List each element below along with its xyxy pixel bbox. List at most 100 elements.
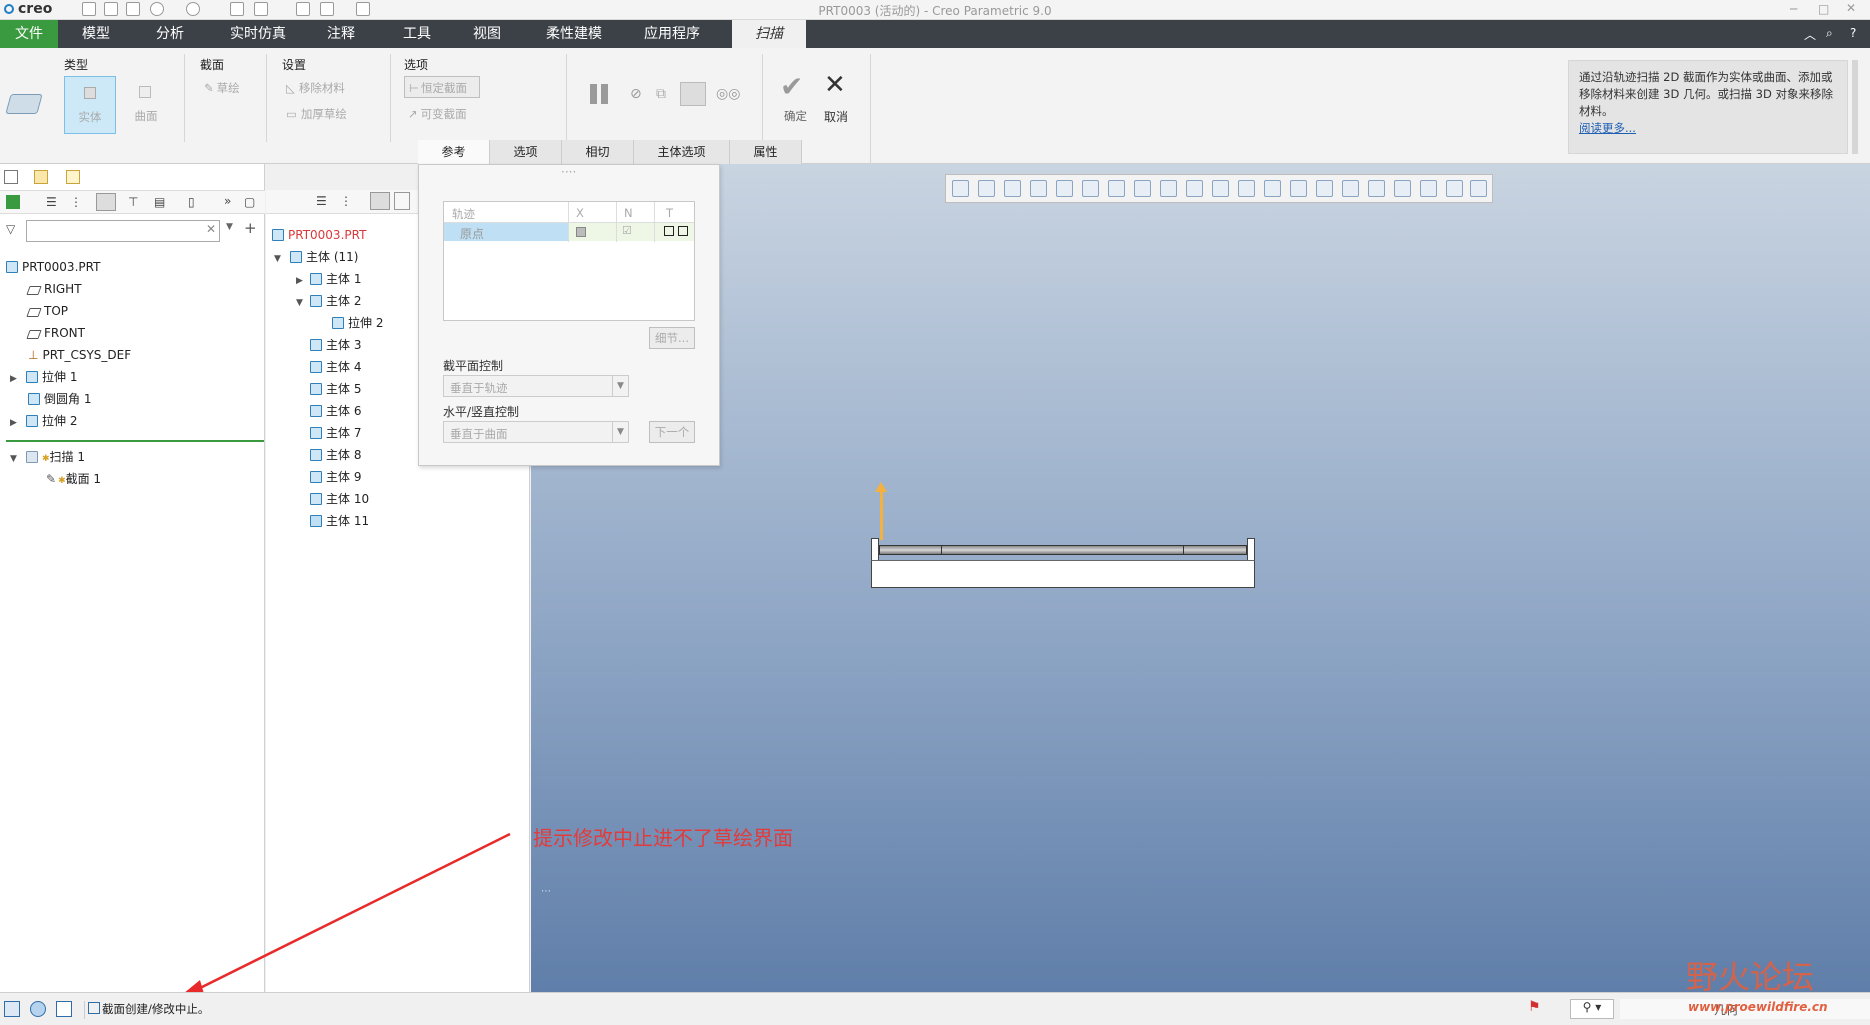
collapse-ribbon-icon[interactable]: ︿ <box>1804 26 1816 43</box>
body-item[interactable]: 主体 11 <box>310 510 369 532</box>
find-binoculars-icon[interactable]: ⚲ ▾ <box>1570 999 1614 1019</box>
collapse-toolbar-icon[interactable] <box>1470 180 1487 197</box>
collapse-arrow-icon[interactable]: ▼ <box>274 248 284 270</box>
body-item[interactable]: 主体 3 <box>310 334 361 356</box>
body-expand-icon[interactable]: ⋮ <box>340 194 352 208</box>
tab-file[interactable]: 文件 <box>0 20 58 48</box>
tree-display-icon[interactable]: ▯ <box>188 195 195 209</box>
reference-display-icon[interactable] <box>1394 180 1411 197</box>
saved-orientations-icon[interactable] <box>1108 180 1125 197</box>
expand-arrow-icon[interactable]: ▶ <box>296 270 306 292</box>
body-group[interactable]: ▼ 主体 (11) <box>274 246 358 268</box>
expand-arrow-icon[interactable]: ▶ <box>10 412 20 434</box>
body-list-icon[interactable]: ☰ <box>316 194 327 208</box>
model-tree-tab-icon[interactable] <box>4 170 18 184</box>
sketch-button[interactable]: ✎ 草绘 <box>204 80 256 98</box>
subtab-options[interactable]: 选项 <box>490 140 562 164</box>
pause-icon[interactable] <box>590 84 597 104</box>
tree-columns-icon[interactable] <box>96 193 116 211</box>
tab-sweep[interactable]: 扫描 <box>732 20 806 48</box>
body-tree-root[interactable]: PRT0003.PRT <box>272 224 366 246</box>
pause-view-icon[interactable] <box>1446 180 1463 197</box>
tree-item-front[interactable]: FRONT <box>26 322 85 344</box>
appearance-icon[interactable] <box>1186 180 1203 197</box>
thicken-sketch-button[interactable]: ▭ 加厚草绘 <box>286 106 366 124</box>
point-display-icon[interactable] <box>1264 180 1281 197</box>
panel-grip-icon[interactable]: ···· <box>561 165 576 179</box>
verify-glasses-icon[interactable]: ◎◎ <box>716 86 740 102</box>
subtab-properties[interactable]: 属性 <box>730 140 802 164</box>
constant-section-button[interactable]: ⊢ 恒定截面 <box>404 76 480 98</box>
body-item[interactable]: 主体 9 <box>310 466 361 488</box>
tree-list-icon[interactable]: ☰ <box>46 195 57 209</box>
body-item[interactable]: ▶ 主体 1 <box>296 268 361 290</box>
tree-item-part[interactable]: PRT0003.PRT <box>6 256 100 278</box>
tree-item-top[interactable]: TOP <box>26 300 68 322</box>
ribbon-scrollbar[interactable] <box>1852 60 1858 154</box>
favorites-icon[interactable] <box>66 170 80 184</box>
filter-icon[interactable]: ▽ <box>6 222 15 236</box>
folder-browser-icon[interactable] <box>34 170 48 184</box>
body-item[interactable]: 主体 5 <box>310 378 361 400</box>
annotation-display-icon[interactable] <box>1342 180 1359 197</box>
separate-preview-icon[interactable]: ⧉ <box>656 86 666 102</box>
tree-search-input[interactable] <box>26 220 220 242</box>
body-appearance-icon[interactable] <box>394 192 410 210</box>
view-manager-icon[interactable] <box>1134 180 1151 197</box>
csys-display-icon[interactable] <box>1290 180 1307 197</box>
tree-item-extrude2[interactable]: ▶ 拉伸 2 <box>10 410 77 432</box>
tree-item-csys[interactable]: ⊥ PRT_CSYS_DEF <box>28 344 131 366</box>
collapse-arrow-icon[interactable]: ▼ <box>10 448 20 470</box>
full-screen-icon[interactable] <box>56 1001 72 1017</box>
subtab-body-options[interactable]: 主体选项 <box>634 140 730 164</box>
maximize-button[interactable]: □ <box>1818 2 1829 16</box>
direction-arrow-icon[interactable] <box>880 490 883 540</box>
expand-arrow-icon[interactable]: ▶ <box>10 368 20 390</box>
minimize-button[interactable]: ─ <box>1790 2 1797 16</box>
zoom-out-icon[interactable] <box>1004 180 1021 197</box>
read-more-link[interactable]: 阅读更多... <box>1579 121 1636 135</box>
t-checkbox-2[interactable] <box>678 226 688 236</box>
ok-check-icon[interactable]: ✔ <box>780 70 803 103</box>
graphics-viewport[interactable]: ⋯ <box>531 164 1870 992</box>
tab-view[interactable]: 视图 <box>462 20 512 48</box>
clear-search-icon[interactable]: ✕ <box>206 222 216 236</box>
subtab-tangency[interactable]: 相切 <box>562 140 634 164</box>
table-row[interactable]: 原点 ☑ <box>444 223 694 241</box>
body-item[interactable]: 主体 4 <box>310 356 361 378</box>
more-icon[interactable]: » <box>224 194 231 208</box>
plane-display-icon[interactable] <box>1212 180 1229 197</box>
tag-display-icon[interactable] <box>1368 180 1385 197</box>
tree-filter-icon[interactable]: ⊤ <box>128 195 138 209</box>
browser-toggle-icon[interactable] <box>30 1001 46 1017</box>
body-item[interactable]: 主体 8 <box>310 444 361 466</box>
refit-icon[interactable] <box>952 180 969 197</box>
tree-item-round1[interactable]: 倒圆角 1 <box>28 388 91 410</box>
surface-button[interactable]: 曲面 <box>120 76 172 134</box>
show-icon[interactable] <box>6 195 20 209</box>
n-checkbox[interactable]: ☑ <box>622 224 632 237</box>
next-button[interactable]: 下一个 <box>649 421 695 443</box>
help-icon[interactable]: ? <box>1850 26 1856 40</box>
tab-live-simulation[interactable]: 实时仿真 <box>218 20 298 48</box>
perspective-icon[interactable] <box>1056 180 1073 197</box>
variable-section-button[interactable]: ↗ 可变截面 <box>408 106 488 124</box>
spin-center-icon[interactable] <box>1316 180 1333 197</box>
close-button[interactable]: ✕ <box>1846 1 1856 15</box>
zoom-in-icon[interactable] <box>978 180 995 197</box>
no-preview-icon[interactable]: ⊘ <box>630 86 642 102</box>
tab-model[interactable]: 模型 <box>68 20 124 48</box>
add-filter-icon[interactable]: + <box>244 219 257 237</box>
flag-icon[interactable]: ⚑ <box>1528 999 1541 1015</box>
tree-item-sweep1[interactable]: ▼ ✱扫描 1 <box>10 446 85 468</box>
tab-annotate[interactable]: 注释 <box>316 20 366 48</box>
display-style-icon[interactable] <box>1082 180 1099 197</box>
tree-settings-icon[interactable]: ▤ <box>154 195 165 209</box>
tab-applications[interactable]: 应用程序 <box>632 20 712 48</box>
tree-item-right[interactable]: RIGHT <box>26 278 82 300</box>
attached-preview-icon[interactable] <box>680 82 706 106</box>
section-plane-select[interactable]: 垂直于轨迹 ▼ <box>443 375 629 397</box>
navigator-toggle-icon[interactable] <box>4 1001 20 1017</box>
repaint-icon[interactable] <box>1030 180 1047 197</box>
tab-tools[interactable]: 工具 <box>392 20 442 48</box>
